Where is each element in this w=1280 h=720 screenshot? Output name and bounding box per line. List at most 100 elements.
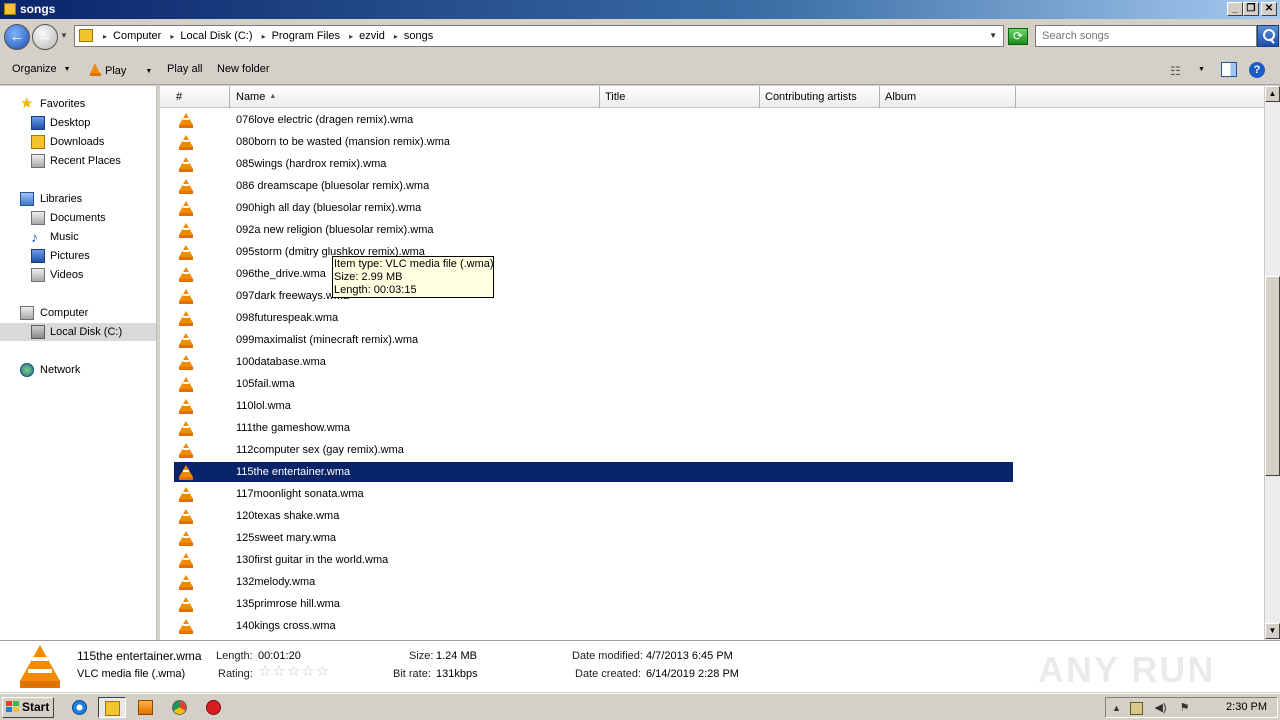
file-name: 098futurespeak.wma xyxy=(236,312,339,324)
nav-desktop[interactable]: Desktop xyxy=(0,114,156,132)
file-name: 092a new religion (bluesolar remix).wma xyxy=(236,224,434,236)
taskbar: Start ▲ ◀) ⚑ 2:30 PM xyxy=(0,693,1280,720)
chevron-right-icon[interactable]: ▸ xyxy=(103,32,107,41)
file-row[interactable]: 110lol.wma xyxy=(174,396,1013,416)
taskbar-media-player[interactable] xyxy=(132,697,160,718)
organize-label: Organize xyxy=(12,63,57,75)
file-row[interactable]: 080born to be wasted (mansion remix).wma xyxy=(174,132,1013,152)
file-row[interactable]: 086 dreamscape (bluesolar remix).wma xyxy=(174,176,1013,196)
chevron-right-icon[interactable]: ▸ xyxy=(349,32,353,41)
play-all-button[interactable]: Play all xyxy=(167,63,202,75)
play-button[interactable]: Play ▼ xyxy=(90,63,152,77)
taskbar-internet-explorer[interactable] xyxy=(66,697,94,718)
scroll-up-button[interactable]: ▲ xyxy=(1265,86,1280,102)
chevron-right-icon[interactable]: ▸ xyxy=(394,32,398,41)
file-row[interactable]: 090high all day (bluesolar remix).wma xyxy=(174,198,1013,218)
file-row[interactable]: 099maximalist (minecraft remix).wma xyxy=(174,330,1013,350)
chevron-right-icon[interactable]: ▸ xyxy=(262,32,266,41)
file-name: 132melody.wma xyxy=(236,576,316,588)
vlc-file-icon xyxy=(179,355,193,370)
file-row[interactable]: 112computer sex (gay remix).wma xyxy=(174,440,1013,460)
file-row[interactable]: 132melody.wma xyxy=(174,572,1013,592)
details-length-label: Length: xyxy=(216,650,253,662)
file-row[interactable]: 115the entertainer.wma xyxy=(174,462,1013,482)
action-center-flag-icon[interactable]: ⚑ xyxy=(1178,702,1191,715)
file-row[interactable]: 095storm (dmitry glushkov remix).wma xyxy=(174,242,1013,262)
column-name[interactable]: Name ▲ xyxy=(231,86,600,108)
file-row[interactable]: 130first guitar in the world.wma xyxy=(174,550,1013,570)
scroll-down-button[interactable]: ▼ xyxy=(1265,623,1280,639)
network-tray-icon[interactable] xyxy=(1130,702,1143,715)
vertical-scrollbar[interactable]: ▲ ▼ xyxy=(1264,86,1280,640)
crumb-ezvid[interactable]: ezvid xyxy=(359,30,385,42)
nav-music[interactable]: ♪ Music xyxy=(0,228,156,246)
new-folder-button[interactable]: New folder xyxy=(217,63,270,75)
maximize-button[interactable]: ❐ xyxy=(1243,2,1259,16)
file-row[interactable]: 096the_drive.wma xyxy=(174,264,1013,284)
nav-documents[interactable]: Documents xyxy=(0,209,156,227)
nav-downloads[interactable]: Downloads xyxy=(0,133,156,151)
file-row[interactable]: 105fail.wma xyxy=(174,374,1013,394)
file-row[interactable]: 092a new religion (bluesolar remix).wma xyxy=(174,220,1013,240)
preview-pane-icon[interactable] xyxy=(1221,62,1237,77)
file-row[interactable]: 125sweet mary.wma xyxy=(174,528,1013,548)
history-dropdown-icon[interactable]: ▼ xyxy=(60,31,68,40)
play-label: Play xyxy=(105,65,127,77)
details-size-label: Size: xyxy=(409,650,434,662)
address-box[interactable]: ▸ Computer ▸ Local Disk (C:) ▸ Program File… xyxy=(74,25,1004,47)
file-row[interactable]: 120texas shake.wma xyxy=(174,506,1013,526)
back-button[interactable]: ← xyxy=(4,24,30,50)
file-row[interactable]: 135primrose hill.wma xyxy=(174,594,1013,614)
file-row[interactable]: 085wings (hardrox remix).wma xyxy=(174,154,1013,174)
start-button[interactable]: Start xyxy=(2,697,54,718)
column-contributing-artists[interactable]: Contributing artists xyxy=(760,86,880,108)
volume-icon[interactable]: ◀) xyxy=(1154,702,1167,715)
title-bar[interactable]: songs _ ❐ ✕ xyxy=(0,0,1280,19)
file-row[interactable]: 100database.wma xyxy=(174,352,1013,372)
taskbar-stop-app[interactable] xyxy=(200,697,228,718)
crumb-computer[interactable]: Computer xyxy=(113,30,161,42)
nav-computer[interactable]: Computer xyxy=(0,304,156,322)
file-row[interactable]: 111the gameshow.wma xyxy=(174,418,1013,438)
file-row[interactable]: 140kings cross.wma xyxy=(174,616,1013,636)
nav-videos[interactable]: Videos xyxy=(0,266,156,284)
address-dropdown-icon[interactable]: ▼ xyxy=(989,31,997,40)
clock[interactable]: 2:30 PM xyxy=(1226,701,1267,713)
file-row[interactable]: 076love electric (dragen remix).wma xyxy=(174,110,1013,130)
nav-favorites[interactable]: ★ Favorites xyxy=(0,95,156,113)
view-dropdown-icon[interactable]: ▼ xyxy=(1198,66,1205,73)
nav-network[interactable]: Network xyxy=(0,361,156,379)
search-box[interactable] xyxy=(1035,25,1257,47)
help-icon[interactable]: ? xyxy=(1249,62,1265,78)
crumb-local-disk[interactable]: Local Disk (C:) xyxy=(180,30,252,42)
file-row[interactable]: 098futurespeak.wma xyxy=(174,308,1013,328)
file-row[interactable]: 097dark freeways.wma xyxy=(174,286,1013,306)
close-button[interactable]: ✕ xyxy=(1261,2,1277,16)
search-icon[interactable] xyxy=(1257,25,1279,47)
vlc-file-icon xyxy=(179,333,193,348)
crumb-songs[interactable]: songs xyxy=(404,30,433,42)
column-number[interactable]: # xyxy=(172,86,230,108)
view-options-icon[interactable]: ☷ xyxy=(1170,64,1181,78)
refresh-button[interactable]: ⟳ xyxy=(1008,28,1028,45)
videos-icon xyxy=(31,268,45,282)
nav-pictures[interactable]: Pictures xyxy=(0,247,156,265)
crumb-program-files[interactable]: Program Files xyxy=(272,30,340,42)
column-album[interactable]: Album xyxy=(880,86,1016,108)
minimize-button[interactable]: _ xyxy=(1227,2,1243,16)
organize-button[interactable]: Organize ▼ xyxy=(12,63,71,75)
forward-button[interactable]: → xyxy=(32,24,58,50)
chevron-right-icon[interactable]: ▸ xyxy=(170,32,174,41)
search-input[interactable] xyxy=(1042,27,1242,45)
rating-stars[interactable]: ☆☆☆☆☆ xyxy=(258,664,330,679)
column-title[interactable]: Title xyxy=(600,86,760,108)
taskbar-chrome[interactable] xyxy=(166,697,194,718)
scroll-thumb[interactable] xyxy=(1265,276,1280,476)
file-row[interactable]: 117moonlight sonata.wma xyxy=(174,484,1013,504)
nav-local-disk[interactable]: Local Disk (C:) xyxy=(0,323,156,341)
nav-recent-places[interactable]: Recent Places xyxy=(0,152,156,170)
tray-expand-icon[interactable]: ▲ xyxy=(1110,702,1123,715)
chevron-down-icon[interactable]: ▼ xyxy=(145,68,152,75)
taskbar-explorer[interactable] xyxy=(98,697,126,718)
nav-libraries[interactable]: Libraries xyxy=(0,190,156,208)
